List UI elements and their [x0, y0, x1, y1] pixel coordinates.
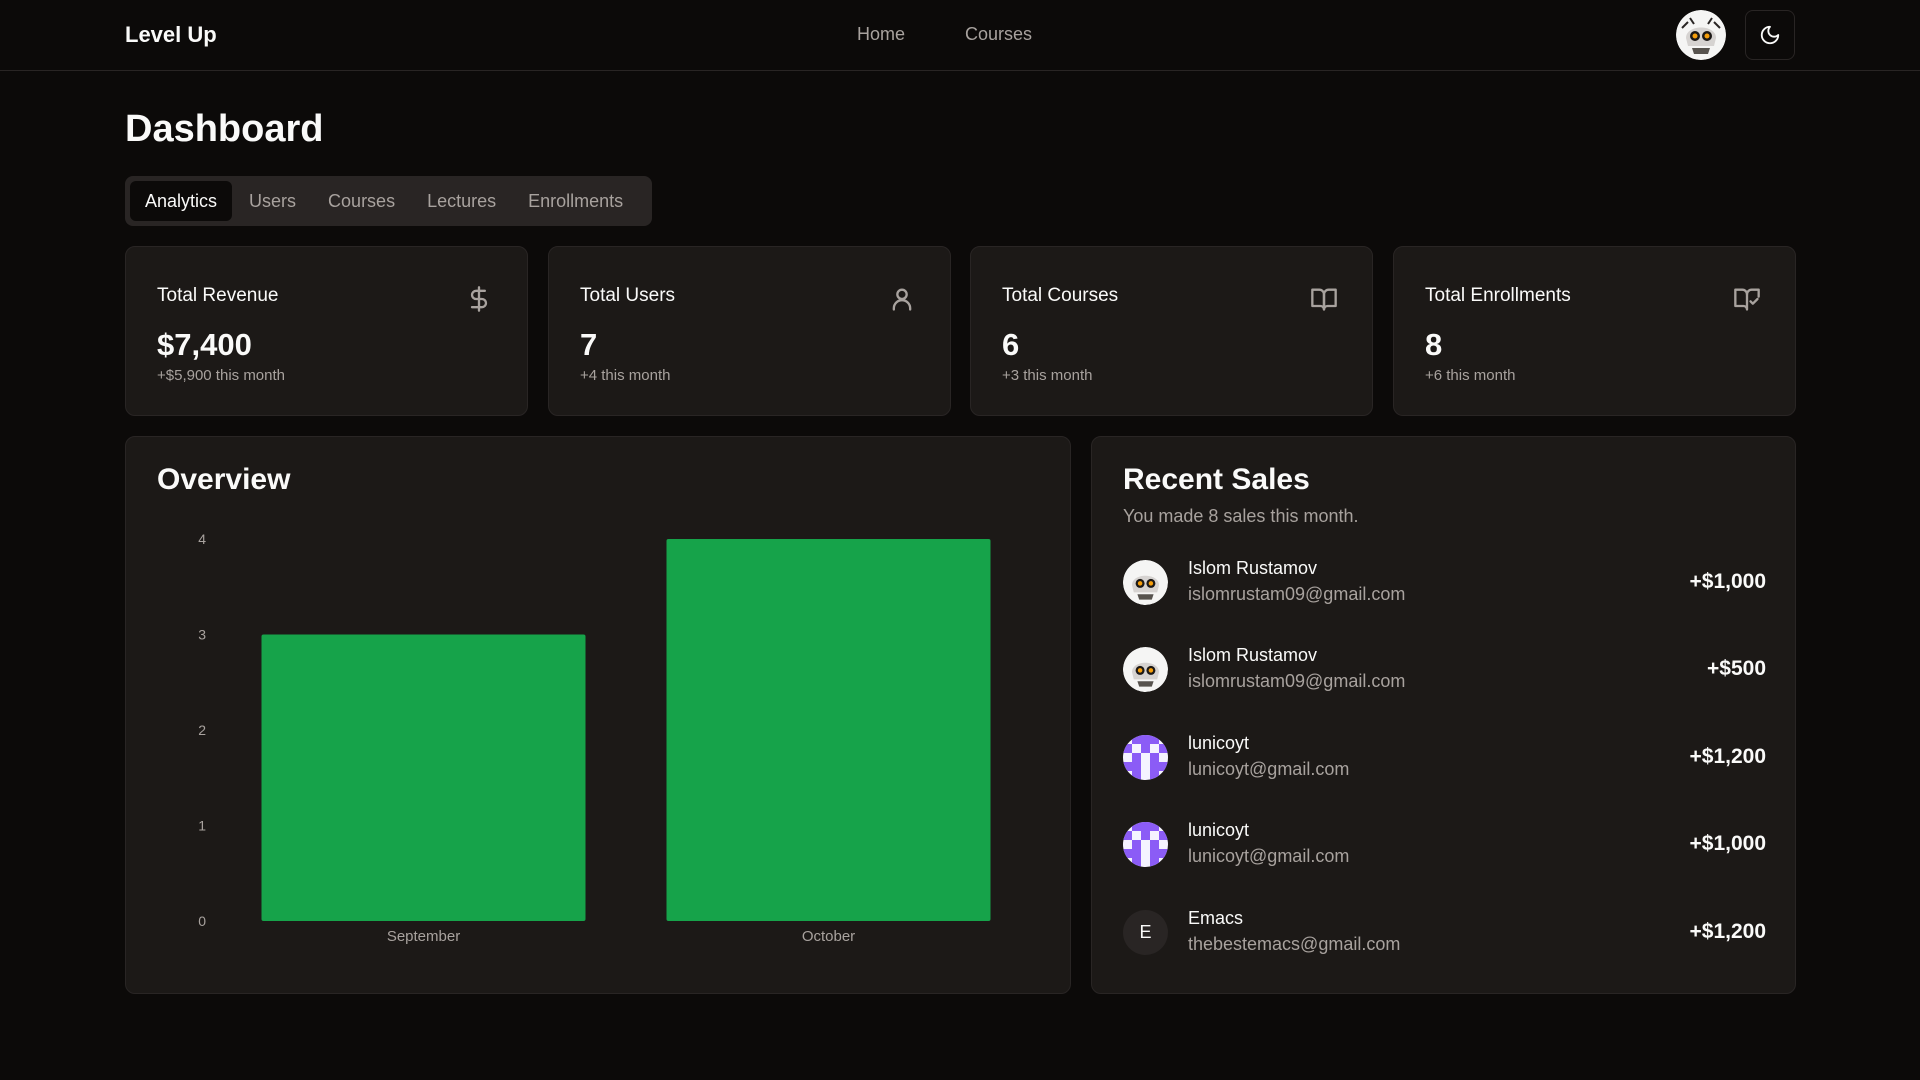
sale-amount: +$1,200 [1689, 745, 1767, 768]
user-avatar[interactable] [1676, 10, 1726, 60]
y-tick-label: 1 [198, 818, 206, 834]
dollar-icon [470, 286, 488, 312]
sale-name: Islom Rustamov [1188, 558, 1318, 578]
stat-value: $7,400 [157, 327, 252, 362]
skull-avatar-icon [1123, 560, 1168, 605]
overview-card: Overview 0 1 2 3 4 September October [125, 436, 1071, 994]
sale-email: lunicoyt@gmail.com [1188, 846, 1350, 866]
overview-bar-chart: 0 1 2 3 4 September October [198, 531, 991, 945]
identicon-avatar [1123, 822, 1168, 867]
sale-email: islomrustam09@gmail.com [1188, 584, 1406, 604]
y-tick-label: 2 [198, 722, 206, 738]
nav-courses[interactable]: Courses [965, 24, 1032, 45]
sale-name: Emacs [1188, 908, 1244, 928]
sale-name: lunicoyt [1188, 820, 1250, 840]
brand-logo[interactable]: Level Up [125, 22, 217, 48]
stat-value: 8 [1425, 327, 1443, 362]
stat-value: 7 [580, 327, 598, 362]
stat-change: +6 this month [1425, 367, 1516, 384]
y-tick-label: 0 [198, 913, 206, 929]
skull-avatar [1123, 560, 1168, 605]
sale-row: E Emacs thebestemacs@gmail.com +$1,200 [1123, 908, 1766, 958]
sale-name: Islom Rustamov [1188, 645, 1318, 665]
stat-card-enrollments: Total Enrollments 8 +6 this month [1393, 246, 1796, 416]
stat-card-courses: Total Courses 6 +3 this month [970, 246, 1373, 416]
identicon-avatar-icon [1123, 735, 1168, 780]
page-title: Dashboard [125, 108, 324, 150]
recent-sales-title: Recent Sales [1123, 463, 1310, 496]
stat-change: +$5,900 this month [157, 367, 286, 384]
skull-avatar-icon [1123, 647, 1168, 692]
nav-home[interactable]: Home [857, 24, 905, 45]
moon-icon [1760, 25, 1780, 45]
x-tick-label: October [802, 928, 855, 945]
identicon-avatar-icon [1123, 822, 1168, 867]
tab-users[interactable]: Users [234, 181, 311, 221]
user-icon [892, 288, 912, 311]
skull-avatar [1123, 647, 1168, 692]
initial-avatar: E [1123, 910, 1168, 955]
stat-label: Total Revenue [157, 285, 279, 306]
y-tick-label: 3 [198, 627, 206, 643]
sale-email: islomrustam09@gmail.com [1188, 671, 1406, 691]
sale-email: thebestemacs@gmail.com [1188, 934, 1401, 954]
theme-toggle-button[interactable] [1745, 10, 1795, 60]
tab-enrollments[interactable]: Enrollments [513, 181, 638, 221]
sale-row: Islom Rustamov islomrustam09@gmail.com +… [1123, 645, 1766, 695]
top-header: Level Up Home Courses [0, 0, 1920, 71]
sale-name: lunicoyt [1188, 733, 1250, 753]
identicon-avatar [1123, 735, 1168, 780]
y-tick-label: 4 [198, 531, 206, 547]
bar-october[interactable] [666, 539, 991, 921]
stat-change: +3 this month [1002, 367, 1093, 384]
recent-sales-card: Recent Sales You made 8 sales this month… [1091, 436, 1796, 994]
sale-row: Islom Rustamov islomrustam09@gmail.com +… [1123, 558, 1766, 608]
sale-row: lunicoyt lunicoyt@gmail.com +$1,200 [1123, 733, 1766, 783]
tab-lectures[interactable]: Lectures [412, 181, 511, 221]
book-open-icon [1311, 288, 1337, 311]
sale-amount: +$500 [1707, 657, 1766, 680]
stat-card-revenue: Total Revenue $7,400 +$5,900 this month [125, 246, 528, 416]
bar-september[interactable] [261, 634, 586, 922]
stat-label: Total Courses [1002, 285, 1119, 306]
skull-avatar-icon [1676, 10, 1726, 60]
stat-label: Total Users [580, 285, 676, 306]
stat-value: 6 [1002, 327, 1020, 362]
sale-row: lunicoyt lunicoyt@gmail.com +$1,000 [1123, 820, 1766, 870]
sale-amount: +$1,200 [1689, 920, 1767, 943]
recent-sales-description: You made 8 sales this month. [1123, 506, 1359, 526]
main-nav: Home Courses [857, 24, 1032, 45]
tab-list: Analytics Users Courses Lectures Enrollm… [125, 176, 652, 226]
stat-change: +4 this month [580, 367, 671, 384]
sale-email: lunicoyt@gmail.com [1188, 759, 1350, 779]
stat-card-users: Total Users 7 +4 this month [548, 246, 951, 416]
stat-label: Total Enrollments [1425, 285, 1571, 306]
tab-analytics[interactable]: Analytics [130, 181, 233, 221]
sale-amount: +$1,000 [1689, 832, 1767, 855]
book-check-icon [1734, 288, 1760, 311]
tab-courses[interactable]: Courses [313, 181, 410, 221]
sale-amount: +$1,000 [1689, 570, 1767, 593]
x-tick-label: September [387, 928, 460, 945]
